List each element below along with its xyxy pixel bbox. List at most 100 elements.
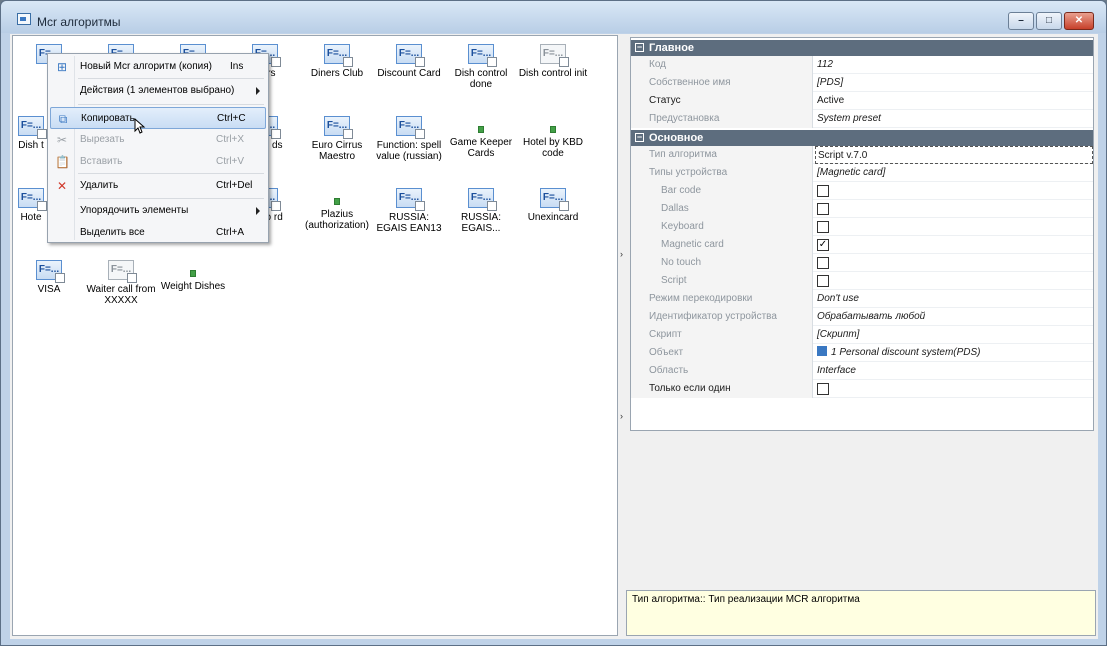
- prop-row-object[interactable]: Объект 1 Personal discount system(PDS): [631, 344, 1093, 362]
- menu-item[interactable]: Выделить все Ctrl+A: [50, 222, 266, 244]
- algorithm-item[interactable]: F=... Dish control done: [445, 44, 517, 90]
- algorithm-item[interactable]: Game Keeper Cards: [445, 116, 517, 159]
- algorithm-item[interactable]: Hotel by KBD code: [517, 116, 589, 159]
- menu-separator: [78, 173, 264, 174]
- category-main[interactable]: − Главное: [631, 40, 1093, 56]
- prop-row-code[interactable]: Код 112: [631, 56, 1093, 74]
- menu-item[interactable]: ⊞ Новый Mcr алгоритм (копия) Ins: [50, 56, 266, 78]
- menu-item-shortcut: Ctrl+C: [217, 113, 246, 124]
- object-icon: [817, 346, 827, 356]
- collapse-icon[interactable]: −: [635, 43, 644, 52]
- menu-item[interactable]: Действия (1 элементов выбрано): [50, 80, 266, 102]
- algorithm-label: Diners Club: [310, 68, 364, 79]
- algorithm-icon: F=...: [540, 44, 569, 67]
- menu-item[interactable]: ✂ Вырезать Ctrl+X: [50, 129, 266, 151]
- prop-name: Magnetic card: [631, 236, 813, 254]
- prop-row-magnetic-card[interactable]: Magnetic card ✓: [631, 236, 1093, 254]
- context-menu: ⊞ Новый Mcr алгоритм (копия) Ins Действия (…: [47, 53, 269, 243]
- prop-name: Script: [631, 272, 813, 290]
- menu-item[interactable]: ⧉ Копировать Ctrl+C: [50, 107, 266, 129]
- algorithm-label: RUSSIA: EGAIS EAN13: [376, 212, 442, 234]
- prop-row-algo-type[interactable]: Тип алгоритма Script v.7.0: [631, 146, 1093, 164]
- title-bar[interactable]: Mcr алгоритмы – □ ✕: [1, 1, 1106, 33]
- keyboard-checkbox[interactable]: [817, 221, 829, 233]
- algorithm-item[interactable]: Weight Dishes: [157, 260, 229, 292]
- dallas-checkbox[interactable]: [817, 203, 829, 215]
- algorithm-label: Dish control done: [454, 68, 508, 90]
- prop-name: Скрипт: [631, 326, 813, 344]
- algorithm-item[interactable]: Plazius (authorization): [301, 188, 373, 231]
- prop-row-script[interactable]: Script: [631, 272, 1093, 290]
- algorithm-icon: F=...: [324, 44, 353, 67]
- prop-row-dallas[interactable]: Dallas: [631, 200, 1093, 218]
- menu-item-label: Удалить: [80, 180, 119, 191]
- prop-name: Keyboard: [631, 218, 813, 236]
- menu-item-label: Выделить все: [80, 227, 145, 238]
- maximize-button[interactable]: □: [1036, 12, 1062, 30]
- prop-row-bar-code[interactable]: Bar code: [631, 182, 1093, 200]
- prop-value: [Скрипт]: [817, 329, 860, 340]
- minimize-button[interactable]: –: [1008, 12, 1034, 30]
- submenu-arrow-icon: [256, 87, 260, 95]
- algorithm-label: Hotel by KBD code: [522, 137, 584, 159]
- prop-row-status[interactable]: Статус Active: [631, 92, 1093, 110]
- properties-pane: − Главное Код 112 Собственное имя [PDS] …: [626, 35, 1096, 636]
- menu-item[interactable]: ✕ Удалить Ctrl+Del: [50, 175, 266, 197]
- algorithm-label: Game Keeper Cards: [449, 137, 513, 159]
- algorithm-item[interactable]: F=... RUSSIA: EGAIS EAN13: [373, 188, 445, 234]
- prop-row-recode-mode[interactable]: Режим перекодировки Don't use: [631, 290, 1093, 308]
- prop-row-device-types[interactable]: − Типы устройства [Magnetic card]: [631, 164, 1093, 182]
- no-touch-checkbox[interactable]: [817, 257, 829, 269]
- algorithm-item[interactable]: F=... VISA: [13, 260, 85, 295]
- prop-row-script-text[interactable]: Скрипт [Скрипт]: [631, 326, 1093, 344]
- algo-type-editor[interactable]: Script v.7.0: [815, 146, 1093, 164]
- algorithm-item[interactable]: F=... Diners Club: [301, 44, 373, 79]
- submenu-arrow-icon: [256, 207, 260, 215]
- close-button[interactable]: ✕: [1064, 12, 1094, 30]
- menu-item-shortcut: Ins: [230, 61, 244, 72]
- algorithm-icon: F=...: [540, 188, 569, 211]
- delete-icon: ✕: [56, 179, 68, 193]
- maximize-icon: □: [1045, 15, 1053, 26]
- algorithm-label: Function: spell value (russian): [376, 140, 442, 162]
- prop-value: Обрабатывать любой: [817, 311, 926, 322]
- menu-item-label: Вырезать: [80, 134, 125, 145]
- algorithm-item[interactable]: F=... Unexincard: [517, 188, 589, 223]
- prop-row-no-touch[interactable]: No touch: [631, 254, 1093, 272]
- new-icon: ⊞: [56, 60, 68, 74]
- prop-row-preset[interactable]: Предустановка System preset: [631, 110, 1093, 128]
- algorithm-icon: [550, 126, 556, 133]
- category-basic[interactable]: − Основное: [631, 130, 1093, 146]
- algorithm-item[interactable]: F=... Function: spell value (russian): [373, 116, 445, 162]
- prop-row-only-if-one[interactable]: Только если один: [631, 380, 1093, 398]
- algorithm-item[interactable]: F=... Discount Card: [373, 44, 445, 79]
- prop-name: Dallas: [631, 200, 813, 218]
- bar-code-checkbox[interactable]: [817, 185, 829, 197]
- algorithm-icon: [334, 198, 340, 205]
- prop-name: Bar code: [631, 182, 813, 200]
- prop-row-device-id[interactable]: Идентификатор устройства Обрабатывать лю…: [631, 308, 1093, 326]
- algorithm-icon: F=...: [108, 260, 137, 283]
- menu-item[interactable]: 📋 Вставить Ctrl+V: [50, 151, 266, 173]
- algorithm-icon: F=...: [36, 260, 65, 283]
- script-checkbox[interactable]: [817, 275, 829, 287]
- prop-row-own-name[interactable]: Собственное имя [PDS]: [631, 74, 1093, 92]
- prop-value: [Magnetic card]: [817, 167, 886, 178]
- prop-row-keyboard[interactable]: Keyboard: [631, 218, 1093, 236]
- prop-row-area[interactable]: Область Interface: [631, 362, 1093, 380]
- prop-value: Active: [817, 95, 845, 106]
- property-grid[interactable]: − Главное Код 112 Собственное имя [PDS] …: [630, 37, 1094, 431]
- app-icon: [17, 13, 31, 25]
- algorithm-label: Euro Cirrus Maestro: [311, 140, 363, 162]
- menu-item[interactable]: Упорядочить элементы: [50, 200, 266, 222]
- prop-name: Область: [631, 362, 813, 380]
- minimize-icon: –: [1018, 15, 1024, 26]
- magnetic-card-checkbox[interactable]: ✓: [817, 239, 829, 251]
- algorithm-item[interactable]: F=... Waiter call from XXXXX: [85, 260, 157, 306]
- algorithm-icon: F=...: [468, 44, 497, 67]
- algorithm-item[interactable]: F=... RUSSIA: EGAIS...: [445, 188, 517, 234]
- algorithm-item[interactable]: F=... Dish control init: [517, 44, 589, 79]
- only-if-one-checkbox[interactable]: [817, 383, 829, 395]
- algorithm-item[interactable]: F=... Euro Cirrus Maestro: [301, 116, 373, 162]
- collapse-icon[interactable]: −: [635, 133, 644, 142]
